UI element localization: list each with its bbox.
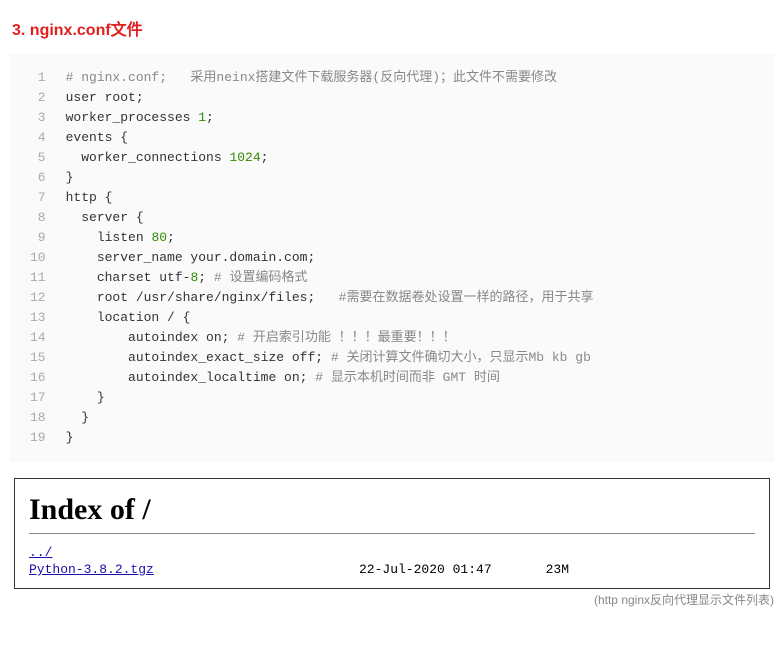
parent-dir-link[interactable]: ../ <box>29 545 52 560</box>
code-line: root /usr/share/nginx/files; #需要在数据卷处设置一… <box>66 288 594 308</box>
line-number: 6 <box>30 168 46 188</box>
code-line: events { <box>66 128 594 148</box>
section-heading: 3. nginx.conf文件 <box>12 16 774 40</box>
line-number: 13 <box>30 308 46 328</box>
code-line: server { <box>66 208 594 228</box>
line-number: 16 <box>30 368 46 388</box>
code-line: worker_processes 1; <box>66 108 594 128</box>
line-number: 7 <box>30 188 46 208</box>
line-number: 10 <box>30 248 46 268</box>
line-number: 17 <box>30 388 46 408</box>
line-number: 8 <box>30 208 46 228</box>
index-panel: Index of / ../ Python-3.8.2.tgz22-Jul-20… <box>14 478 770 589</box>
index-divider <box>29 533 755 534</box>
code-line: } <box>66 408 594 428</box>
line-number: 9 <box>30 228 46 248</box>
line-number: 2 <box>30 88 46 108</box>
line-number-gutter: 12345678910111213141516171819 <box>10 62 56 454</box>
code-line: } <box>66 168 594 188</box>
line-number: 4 <box>30 128 46 148</box>
code-line: # nginx.conf; 采用neinx搭建文件下载服务器(反向代理)；此文件… <box>66 68 594 88</box>
code-block-wrapper: 12345678910111213141516171819 # nginx.co… <box>10 54 774 462</box>
index-listing: ../ Python-3.8.2.tgz22-Jul-2020 01:4723M <box>29 544 755 578</box>
code-line: server_name your.domain.com; <box>66 248 594 268</box>
index-row: Python-3.8.2.tgz22-Jul-2020 01:4723M <box>29 561 755 578</box>
line-number: 12 <box>30 288 46 308</box>
line-number: 3 <box>30 108 46 128</box>
code-line: autoindex on; # 开启索引功能 ！！！最重要！！！ <box>66 328 594 348</box>
code-content: # nginx.conf; 采用neinx搭建文件下载服务器(反向代理)；此文件… <box>56 62 604 454</box>
line-number: 15 <box>30 348 46 368</box>
code-line: charset utf-8; # 设置编码格式 <box>66 268 594 288</box>
code-line: listen 80; <box>66 228 594 248</box>
line-number: 14 <box>30 328 46 348</box>
file-date: 22-Jul-2020 01:47 <box>359 561 519 578</box>
code-line: worker_connections 1024; <box>66 148 594 168</box>
line-number: 5 <box>30 148 46 168</box>
code-block: 12345678910111213141516171819 # nginx.co… <box>10 62 774 454</box>
line-number: 18 <box>30 408 46 428</box>
code-line: autoindex_exact_size off; # 关闭计算文件确切大小，只… <box>66 348 594 368</box>
code-line: user root; <box>66 88 594 108</box>
code-line: location / { <box>66 308 594 328</box>
line-number: 19 <box>30 428 46 448</box>
file-size: 23M <box>519 561 569 578</box>
code-line: } <box>66 428 594 448</box>
code-line: autoindex_localtime on; # 显示本机时间而非 GMT 时… <box>66 368 594 388</box>
panel-caption: (http nginx反向代理显示文件列表) <box>10 591 774 608</box>
index-title: Index of / <box>29 493 755 527</box>
code-line: http { <box>66 188 594 208</box>
file-link[interactable]: Python-3.8.2.tgz <box>29 561 359 578</box>
line-number: 1 <box>30 68 46 88</box>
code-line: } <box>66 388 594 408</box>
line-number: 11 <box>30 268 46 288</box>
